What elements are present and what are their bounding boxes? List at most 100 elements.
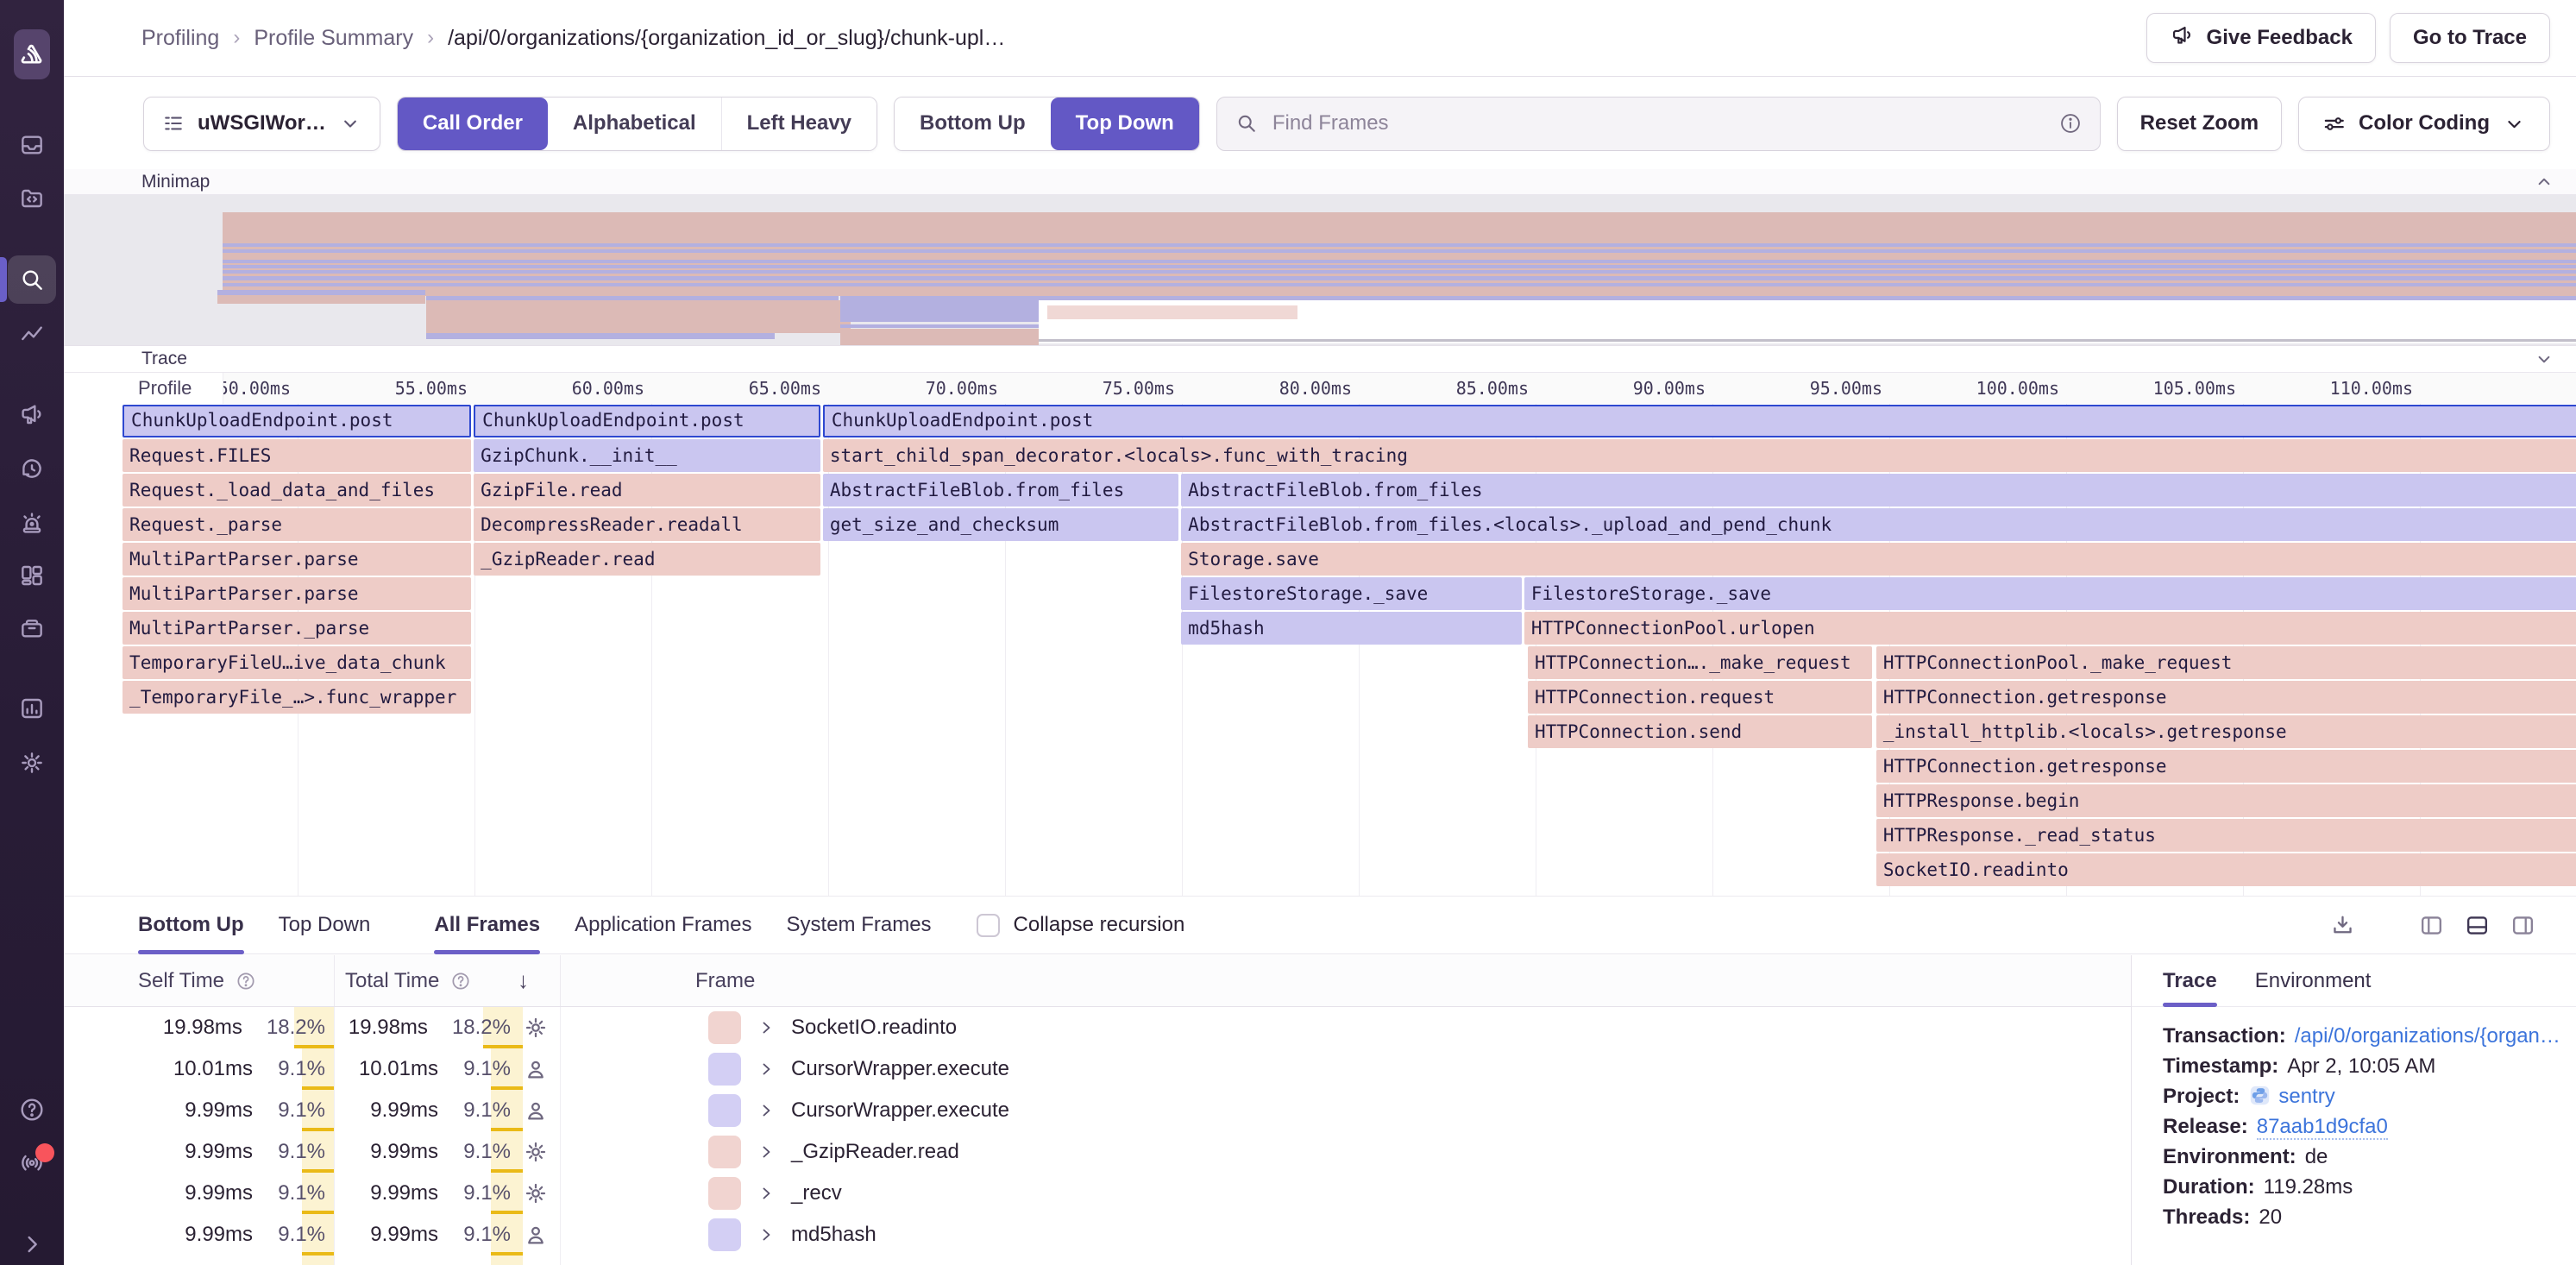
detail-value[interactable]: /api/0/organizations/{organ…: [2295, 1024, 2560, 1048]
expand-chevron-icon[interactable]: [756, 1100, 776, 1121]
collapse-recursion-checkbox[interactable]: [977, 914, 1000, 937]
table-row[interactable]: 9.99ms9.1%9.99ms9.1%_GzipReader.read: [64, 1131, 2131, 1173]
flame-frame[interactable]: FilestoreStorage._save: [1181, 577, 1522, 610]
flame-frame[interactable]: ChunkUploadEndpoint.post: [123, 405, 471, 437]
expand-chevron-icon[interactable]: [756, 1059, 776, 1079]
flame-frame[interactable]: start_child_span_decorator.<locals>.func…: [823, 439, 2576, 472]
breadcrumb-item[interactable]: Profiling: [141, 26, 219, 51]
flame-frame[interactable]: _TemporaryFile_…>.func_wrapper: [123, 681, 471, 714]
flame-frame[interactable]: AbstractFileBlob.from_files.<locals>._up…: [1181, 508, 2576, 541]
tab-bottom-up[interactable]: Bottom Up: [138, 897, 244, 953]
total-time-column-header[interactable]: Total Time ↓: [335, 955, 561, 1006]
sort-descending-icon[interactable]: ↓: [518, 967, 529, 994]
thread-selector[interactable]: uWSGIWor…: [143, 97, 380, 151]
sidebar-item-stats[interactable]: [8, 684, 56, 733]
frame-name[interactable]: SocketIO.readinto: [791, 1016, 957, 1040]
flame-frame[interactable]: MultiPartParser._parse: [123, 612, 471, 645]
sidebar-item-issues[interactable]: [8, 121, 56, 169]
flame-frame[interactable]: GzipChunk.__init__: [474, 439, 820, 472]
table-row[interactable]: 19.98ms18.2%19.98ms18.2%SocketIO.readint…: [64, 1007, 2131, 1048]
flame-frame[interactable]: Request.FILES: [123, 439, 471, 472]
tab-system-frames[interactable]: System Frames: [787, 897, 932, 953]
tab-all-frames[interactable]: All Frames: [434, 897, 540, 953]
flame-frame[interactable]: FilestoreStorage._save: [1524, 577, 2576, 610]
minimap-canvas[interactable]: [64, 195, 2576, 345]
sidebar-item-releases[interactable]: [8, 604, 56, 652]
flame-frame[interactable]: _install_httplib.<locals>.getresponse: [1876, 715, 2576, 748]
table-row[interactable]: 9.99ms9.1%9.99ms9.1%_recv: [64, 1173, 2131, 1214]
panel-tab-environment[interactable]: Environment: [2255, 955, 2372, 1006]
flame-frame[interactable]: TemporaryFileU…ive_data_chunk: [123, 646, 471, 679]
expand-chevron-icon[interactable]: [756, 1017, 776, 1038]
sidebar-item-settings[interactable]: [8, 739, 56, 787]
layout-left-icon[interactable]: [2418, 912, 2445, 939]
flame-frame[interactable]: SocketIO.readinto: [1876, 853, 2576, 886]
breadcrumb-item[interactable]: Profile Summary: [254, 26, 413, 51]
sort-option-alphabetical[interactable]: Alphabetical: [548, 98, 721, 150]
flame-frame[interactable]: AbstractFileBlob.from_files: [823, 474, 1178, 507]
flame-frame[interactable]: Request._load_data_and_files: [123, 474, 471, 507]
chevron-down-icon[interactable]: [2533, 348, 2555, 370]
frame-column-header[interactable]: Frame: [561, 955, 2131, 1006]
flame-frame[interactable]: HTTPConnectionPool._make_request: [1876, 646, 2576, 679]
sidebar-item-alerts[interactable]: [8, 499, 56, 547]
sentry-logo[interactable]: [14, 29, 50, 79]
info-icon[interactable]: [2058, 111, 2083, 135]
flame-frame[interactable]: HTTPResponse._read_status: [1876, 819, 2576, 852]
flame-frame[interactable]: DecompressReader.readall: [474, 508, 820, 541]
flame-frame[interactable]: AbstractFileBlob.from_files: [1181, 474, 2576, 507]
flamegraph[interactable]: ChunkUploadEndpoint.postChunkUploadEndpo…: [64, 404, 2576, 896]
chevron-up-icon[interactable]: [2533, 171, 2555, 193]
find-frames-search[interactable]: [1216, 97, 2101, 151]
flame-frame[interactable]: _GzipReader.read: [474, 543, 820, 576]
expand-chevron-icon[interactable]: [756, 1224, 776, 1245]
give-feedback-button[interactable]: Give Feedback: [2146, 13, 2376, 63]
sidebar-item-projects[interactable]: [8, 173, 56, 222]
flame-frame[interactable]: GzipFile.read: [474, 474, 820, 507]
sort-option-left-heavy[interactable]: Left Heavy: [721, 98, 876, 150]
detail-value[interactable]: sentry: [2278, 1085, 2334, 1108]
detail-value[interactable]: 87aab1d9cfa0: [2257, 1115, 2388, 1140]
flame-frame[interactable]: Request._parse: [123, 508, 471, 541]
flame-frame[interactable]: HTTPConnection.getresponse: [1876, 681, 2576, 714]
sidebar-item-replays[interactable]: [8, 444, 56, 493]
flame-frame[interactable]: get_size_and_checksum: [823, 508, 1178, 541]
flame-frame[interactable]: HTTPResponse.begin: [1876, 784, 2576, 817]
flame-frame[interactable]: Storage.save: [1181, 543, 2576, 576]
frame-name[interactable]: CursorWrapper.execute: [791, 1098, 1009, 1123]
layout-right-icon[interactable]: [2510, 912, 2536, 939]
frame-name[interactable]: CursorWrapper.execute: [791, 1057, 1009, 1081]
sidebar-item-expand[interactable]: [8, 1220, 56, 1265]
go-to-trace-button[interactable]: Go to Trace: [2390, 13, 2550, 63]
flame-frame[interactable]: HTTPConnection.send: [1528, 715, 1872, 748]
flame-frame[interactable]: ChunkUploadEndpoint.post: [823, 405, 2576, 437]
flame-frame[interactable]: MultiPartParser.parse: [123, 543, 471, 576]
flame-frame[interactable]: HTTPConnection…._make_request: [1528, 646, 1872, 679]
layout-bottom-icon[interactable]: [2464, 912, 2491, 939]
table-row[interactable]: [64, 1256, 2131, 1265]
flame-frame[interactable]: md5hash: [1181, 612, 1522, 645]
frame-name[interactable]: _GzipReader.read: [791, 1140, 959, 1164]
expand-chevron-icon[interactable]: [756, 1142, 776, 1162]
sidebar-item-help[interactable]: [8, 1086, 56, 1134]
table-row[interactable]: 10.01ms9.1%10.01ms9.1%CursorWrapper.exec…: [64, 1048, 2131, 1090]
table-row[interactable]: 9.99ms9.1%9.99ms9.1%md5hash: [64, 1214, 2131, 1256]
search-input[interactable]: [1271, 110, 2046, 136]
reset-zoom-button[interactable]: Reset Zoom: [2117, 97, 2282, 151]
self-time-column-header[interactable]: Self Time: [64, 955, 335, 1006]
download-icon[interactable]: [2329, 912, 2356, 939]
expand-chevron-icon[interactable]: [756, 1183, 776, 1204]
tab-top-down[interactable]: Top Down: [279, 897, 371, 953]
flame-frame[interactable]: HTTPConnection.getresponse: [1876, 750, 2576, 783]
time-ruler[interactable]: 50.00ms55.00ms60.00ms65.00ms70.00ms75.00…: [64, 373, 2576, 405]
view-option-bottom-up[interactable]: Bottom Up: [895, 98, 1051, 150]
view-option-top-down[interactable]: Top Down: [1051, 98, 1199, 150]
sidebar-item-explore[interactable]: [8, 255, 56, 304]
sidebar-item-dashboards[interactable]: [8, 551, 56, 600]
flame-frame[interactable]: MultiPartParser.parse: [123, 577, 471, 610]
frame-name[interactable]: md5hash: [791, 1223, 876, 1247]
color-coding-button[interactable]: Color Coding: [2298, 97, 2550, 151]
flame-frame[interactable]: HTTPConnection.request: [1528, 681, 1872, 714]
sidebar-item-broadcast[interactable]: [8, 1138, 56, 1186]
flame-frame[interactable]: ChunkUploadEndpoint.post: [474, 405, 820, 437]
